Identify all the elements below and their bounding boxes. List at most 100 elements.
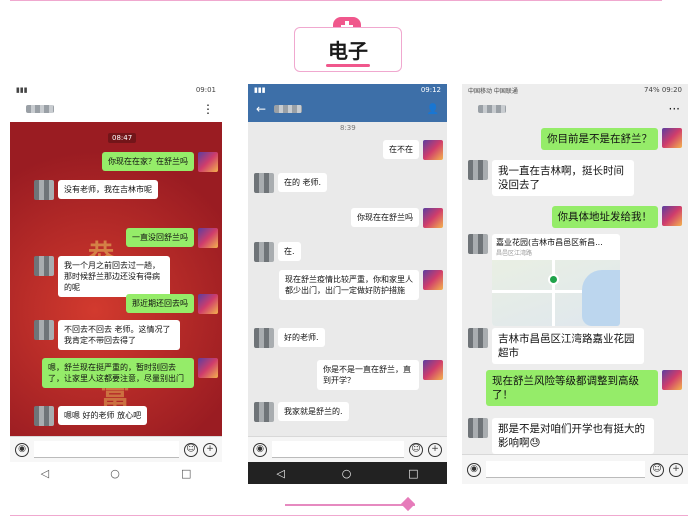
avatar[interactable]	[254, 402, 274, 422]
message-bubble[interactable]: 好的老师.	[278, 328, 325, 347]
status-time: 74% 09:20	[644, 86, 682, 94]
recents-key-icon[interactable]: □	[181, 467, 191, 480]
avatar[interactable]	[468, 160, 488, 180]
back-arrow-icon[interactable]: ←	[256, 102, 266, 116]
message-bubble[interactable]: 吉林市昌邑区江湾路嘉业花园超市	[492, 328, 644, 364]
page: 电子 ▮▮▮ 09:01 ⋮ 恭 富 08:47 你现在在家？在舒兰吗 没有老师…	[0, 0, 698, 522]
avatar[interactable]	[254, 242, 274, 262]
emoji-icon[interactable]: ☺	[409, 442, 423, 457]
input-bar: ◉ ☺ +	[462, 454, 688, 484]
message-bubble[interactable]: 在不在	[383, 140, 419, 159]
more-icon[interactable]: ···	[669, 102, 680, 116]
chat-area[interactable]: 恭 富 08:47 你现在在家？在舒兰吗 没有老师，我在吉林市呢 一直没回舒兰吗…	[10, 122, 222, 436]
back-key-icon[interactable]: ◁	[276, 467, 284, 480]
home-key-icon[interactable]: ○	[342, 467, 352, 480]
avatar[interactable]	[198, 228, 218, 248]
input-bar: ◉ ☺ +	[248, 436, 447, 462]
contact-name-blurred	[274, 105, 303, 113]
message-row: 在的 老师.	[254, 173, 331, 193]
message-row: 在.	[254, 242, 305, 262]
bottom-divider	[10, 515, 688, 516]
message-bubble[interactable]: 你具体地址发给我！	[551, 206, 658, 228]
avatar[interactable]	[198, 294, 218, 314]
chat-area[interactable]: 你目前是不是在舒兰？ 我一直在吉林啊，挺长时间没回去了 你具体地址发给我！ 嘉业…	[462, 122, 688, 454]
avatar[interactable]	[662, 128, 682, 148]
voice-icon[interactable]: ◉	[15, 442, 29, 457]
system-nav-bar: ◁ ○ □	[10, 462, 222, 484]
back-key-icon[interactable]: ◁	[41, 467, 49, 480]
message-row: 在不在	[379, 140, 443, 160]
plus-icon[interactable]: +	[428, 442, 442, 457]
plus-icon[interactable]: +	[203, 442, 217, 457]
message-bubble[interactable]: 你目前是不是在舒兰？	[541, 128, 658, 150]
signal-icon: ▮▮▮	[254, 86, 266, 94]
avatar[interactable]	[468, 328, 488, 348]
emoji-icon[interactable]: ☺	[650, 462, 664, 477]
location-card[interactable]: 嘉业花园(吉林市昌邑区新昌... 昌邑区江湾路	[492, 234, 620, 326]
message-row: 一直没回舒兰吗	[122, 228, 218, 248]
message-bubble[interactable]: 没有老师，我在吉林市呢	[58, 180, 158, 199]
message-bubble[interactable]: 那是不是对咱们开学也有挺大的影响啊😓	[492, 418, 654, 454]
chat-header: ← 👤	[248, 96, 447, 122]
avatar[interactable]	[254, 328, 274, 348]
message-bubble[interactable]: 嗯嗯 好的老师 放心吧	[58, 406, 148, 425]
message-row: 你现在在家？在舒兰吗	[98, 152, 218, 172]
location-subtitle: 昌邑区江湾路	[496, 250, 533, 257]
message-bubble[interactable]: 那近期还回去吗	[126, 294, 194, 313]
message-input[interactable]	[272, 441, 404, 458]
message-bubble[interactable]: 一直没回舒兰吗	[126, 228, 194, 247]
location-title: 嘉业花园(吉林市昌邑区新昌...	[496, 238, 603, 247]
avatar[interactable]	[423, 270, 443, 290]
chat-header: ⋮	[10, 96, 222, 122]
map-thumbnail	[492, 260, 620, 326]
message-bubble[interactable]: 在.	[278, 242, 301, 261]
message-bubble[interactable]: 你现在在舒兰吗	[351, 208, 419, 227]
voice-icon[interactable]: ◉	[467, 462, 481, 477]
avatar[interactable]	[468, 234, 488, 254]
carrier-text: 中国移动 中国联通	[468, 87, 518, 95]
more-icon[interactable]: ⋮	[202, 102, 214, 116]
avatar[interactable]	[662, 206, 682, 226]
avatar[interactable]	[34, 320, 54, 340]
avatar[interactable]	[423, 360, 443, 380]
avatar[interactable]	[423, 208, 443, 228]
message-bubble[interactable]: 嗯，舒兰现在挺严重的，暂时别回去了，让家里人这都要注意，尽量别出门	[42, 358, 194, 388]
avatar[interactable]	[423, 140, 443, 160]
home-key-icon[interactable]: ○	[110, 467, 120, 480]
bottom-decoration-line	[285, 504, 415, 506]
avatar[interactable]	[198, 358, 218, 378]
page-title-text: 电子	[328, 39, 368, 63]
message-row: 好的老师.	[254, 328, 329, 348]
recents-key-icon[interactable]: □	[408, 467, 418, 480]
plus-icon[interactable]: +	[669, 462, 683, 477]
avatar[interactable]	[34, 180, 54, 200]
message-bubble[interactable]: 我一个月之前回去过一趟，那时候舒兰那边还没有得病的呢	[58, 256, 170, 297]
message-row: 那是不是对咱们开学也有挺大的影响啊😓	[468, 418, 658, 454]
avatar[interactable]	[254, 173, 274, 193]
message-bubble[interactable]: 你现在在家？在舒兰吗	[102, 152, 194, 171]
message-row: 你具体地址发给我！	[548, 206, 682, 228]
message-bubble[interactable]: 不回去不回去 老师。这情况了 我肯定不带回去得了	[58, 320, 180, 350]
chat-area[interactable]: 8:39 在不在 在的 老师. 你现在在舒兰吗 在. 现在舒兰疫情比较严重，你和…	[248, 122, 447, 436]
message-input[interactable]	[34, 441, 179, 458]
message-input[interactable]	[486, 461, 645, 478]
system-nav-bar: ◁ ○ □	[248, 462, 447, 484]
message-bubble[interactable]: 我一直在吉林啊，挺长时间没回去了	[492, 160, 634, 196]
emoji-icon[interactable]: ☺	[184, 442, 198, 457]
message-bubble[interactable]: 我家就是舒兰的.	[278, 402, 349, 421]
avatar[interactable]	[34, 406, 54, 426]
message-row: 没有老师，我在吉林市呢	[34, 180, 162, 200]
avatar[interactable]	[662, 370, 682, 390]
avatar[interactable]	[198, 152, 218, 172]
message-bubble[interactable]: 在的 老师.	[278, 173, 328, 192]
voice-icon[interactable]: ◉	[253, 442, 267, 457]
person-icon[interactable]: 👤	[427, 104, 439, 115]
avatar[interactable]	[468, 418, 488, 438]
message-row: 你现在在舒兰吗	[347, 208, 443, 228]
message-row: 嗯嗯 好的老师 放心吧	[34, 406, 151, 426]
message-bubble[interactable]: 现在舒兰风险等级都调整到高级了！	[486, 370, 658, 406]
message-bubble[interactable]: 你是不是一直在舒兰，直到开学？	[317, 360, 419, 390]
message-bubble[interactable]: 现在舒兰疫情比较严重，你和家里人都少出门，出门一定做好防护措施	[279, 270, 419, 300]
phone-screenshot-1: ▮▮▮ 09:01 ⋮ 恭 富 08:47 你现在在家？在舒兰吗 没有老师，我在…	[10, 84, 222, 484]
avatar[interactable]	[34, 256, 54, 276]
